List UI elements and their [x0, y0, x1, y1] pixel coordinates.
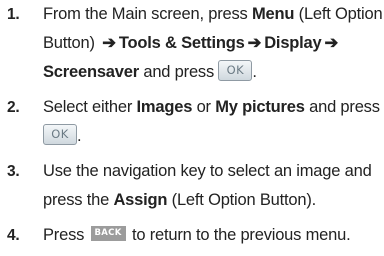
option-images: Images — [136, 98, 193, 116]
step-text: press the — [43, 191, 114, 209]
menu-path-screensaver: Screensaver — [43, 63, 139, 81]
arrow-icon: ➔ — [102, 34, 116, 52]
arrow-icon: ➔ — [324, 34, 339, 52]
back-key-icon: BACK — [90, 226, 126, 242]
step-text: Button) — [43, 34, 100, 52]
step-number: 2. — [7, 99, 20, 116]
step-text: (Left Option — [294, 5, 383, 23]
step-4: 4. Press BACK to return to the previous … — [0, 221, 384, 250]
arrow-icon: ➔ — [247, 34, 262, 52]
step-line: press the Assign (Left Option Button). — [43, 186, 384, 215]
step-number: 3. — [7, 163, 20, 180]
assign-key-label: Assign — [113, 191, 168, 209]
step-1: 1. From the Main screen, press Menu (Lef… — [0, 0, 384, 87]
step-text: Select either — [43, 98, 137, 116]
menu-key-label: Menu — [251, 5, 295, 23]
step-text: and press — [304, 98, 380, 116]
step-2: 2. Select either Images or My pictures a… — [0, 93, 384, 151]
step-text: . — [77, 127, 82, 145]
step-3: 3. Use the navigation key to select an i… — [0, 157, 384, 215]
step-line: Screensaver and press OK. — [43, 58, 384, 87]
step-text: and press — [138, 63, 219, 81]
step-number: 4. — [7, 227, 20, 244]
step-line: Use the navigation key to select an imag… — [43, 157, 384, 186]
option-my-pictures: My pictures — [215, 98, 305, 116]
step-text: Use the navigation key to select an imag… — [43, 162, 372, 180]
step-text: or — [192, 98, 216, 116]
step-text: From the Main screen, press — [43, 5, 252, 23]
step-line: Press BACK to return to the previous men… — [43, 221, 384, 250]
step-line: From the Main screen, press Menu (Left O… — [43, 0, 384, 29]
step-line: Select either Images or My pictures and … — [43, 93, 384, 122]
step-text: Press — [43, 226, 89, 244]
ok-key-icon: OK — [218, 60, 253, 82]
ok-key-icon: OK — [43, 124, 77, 146]
step-text: . — [252, 63, 257, 81]
step-number: 1. — [7, 6, 20, 23]
menu-path-display: Display — [264, 34, 322, 52]
step-line: OK. — [43, 122, 384, 151]
instruction-list: 1. From the Main screen, press Menu (Lef… — [0, 0, 384, 256]
menu-path-tools-settings: Tools & Settings — [118, 34, 245, 52]
step-text: to return to the previous menu. — [127, 226, 351, 244]
step-text: (Left Option Button). — [167, 191, 317, 209]
step-line: Button) ➔ Tools & Settings ➔ Display ➔ — [43, 29, 384, 58]
